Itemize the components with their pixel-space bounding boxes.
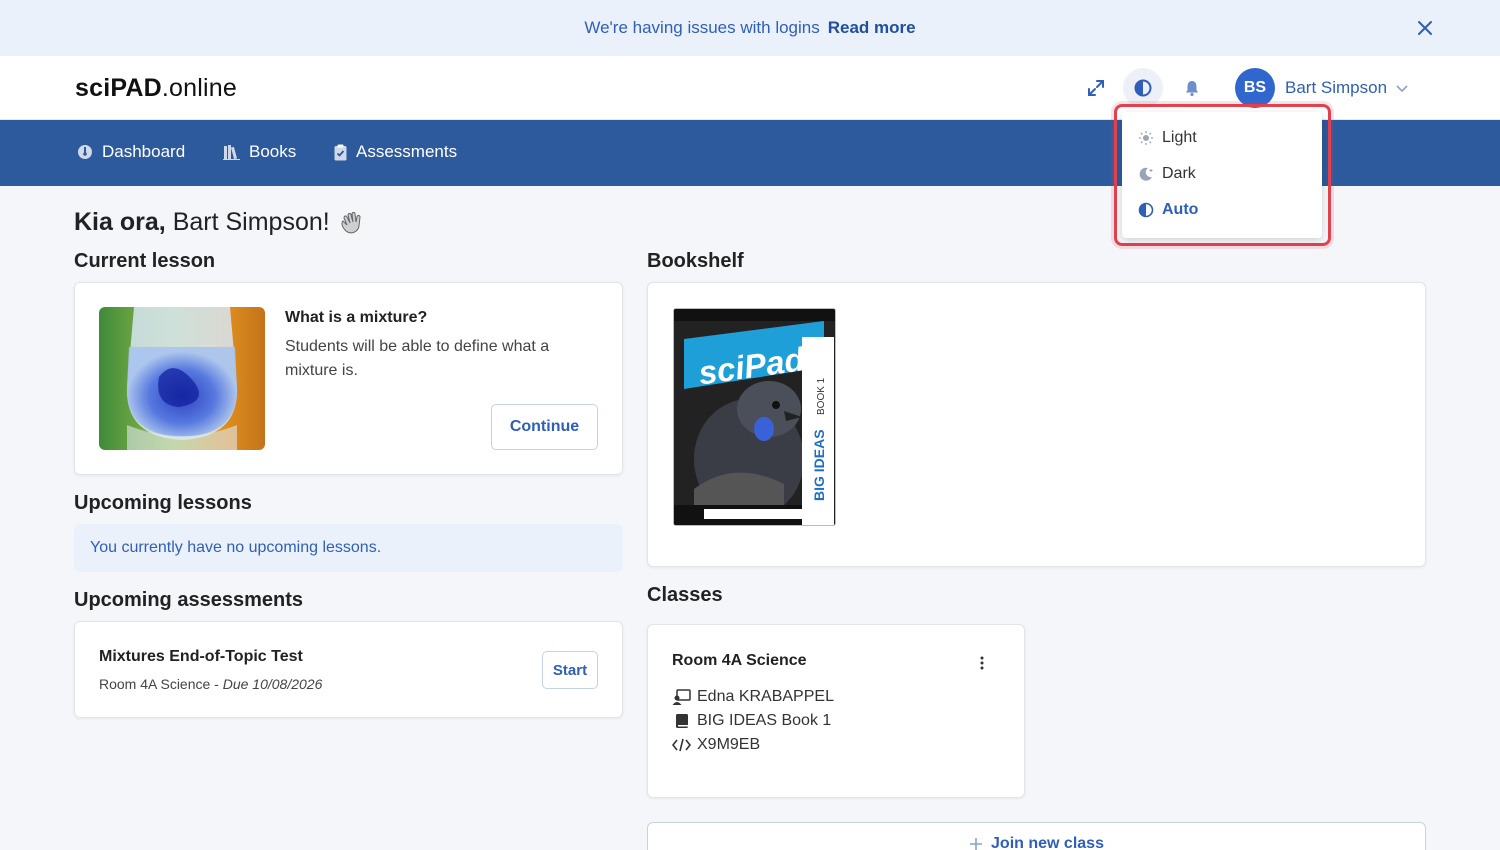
- theme-dropdown: Light Dark Auto: [1122, 112, 1322, 238]
- start-button[interactable]: Start: [542, 651, 598, 689]
- book-series: BIG IDEAS: [811, 429, 827, 501]
- code-icon: [672, 738, 691, 752]
- bookshelf-heading: Bookshelf: [647, 250, 744, 272]
- join-new-class-button[interactable]: Join new class: [647, 822, 1426, 850]
- expand-icon: [1088, 80, 1104, 96]
- avatar[interactable]: BS: [1235, 68, 1275, 108]
- chevron-down-icon: [1396, 85, 1408, 93]
- lesson-title: What is a mixture?: [285, 309, 428, 326]
- upcoming-assessments-heading: Upcoming assessments: [74, 589, 303, 611]
- dashboard-icon: [78, 145, 92, 159]
- announcement-banner: We're having issues with logins Read mor…: [0, 0, 1500, 56]
- class-code: X9M9EB: [672, 736, 760, 754]
- classes-heading: Classes: [647, 584, 723, 606]
- plus-icon: [970, 838, 983, 850]
- theme-toggle-button[interactable]: [1123, 68, 1163, 108]
- site-logo[interactable]: sciPAD.online: [75, 74, 237, 103]
- lesson-thumbnail[interactable]: [99, 307, 265, 450]
- upcoming-lessons-heading: Upcoming lessons: [74, 492, 252, 514]
- theme-option-auto[interactable]: Auto: [1138, 201, 1198, 219]
- theme-option-dark[interactable]: Dark: [1138, 165, 1196, 183]
- more-vertical-icon: [980, 656, 984, 670]
- nav-item-dashboard[interactable]: Dashboard: [77, 142, 185, 162]
- banner-message: We're having issues with logins: [584, 18, 820, 37]
- assessment-card: Mixtures End-of-Topic Test Room 4A Scien…: [74, 621, 623, 718]
- class-name: Room 4A Science: [672, 652, 807, 669]
- continue-button[interactable]: Continue: [491, 404, 598, 450]
- book-cover[interactable]: sciPad BIG IDEAS BOOK 1: [673, 308, 836, 526]
- theme-option-light[interactable]: Light: [1138, 129, 1197, 147]
- contrast-icon: [1138, 202, 1154, 218]
- moon-icon: [1139, 167, 1153, 181]
- waving-hand-icon: [341, 211, 361, 233]
- class-options-button[interactable]: [972, 653, 992, 673]
- close-icon[interactable]: [1414, 17, 1436, 39]
- fullscreen-button[interactable]: [1076, 68, 1116, 108]
- teacher-icon: [672, 689, 691, 705]
- current-lesson-heading: Current lesson: [74, 250, 216, 272]
- books-icon: [223, 145, 240, 160]
- user-menu[interactable]: Bart Simpson: [1285, 78, 1409, 98]
- class-teacher: Edna KRABAPPEL: [672, 688, 834, 706]
- nav-item-assessments[interactable]: Assessments: [334, 142, 457, 162]
- notifications-button[interactable]: [1172, 68, 1212, 108]
- class-book: BIG IDEAS Book 1: [672, 712, 831, 730]
- read-more-link[interactable]: Read more: [828, 18, 916, 38]
- clipboard-check-icon: [334, 144, 347, 160]
- bookshelf-card: sciPad BIG IDEAS BOOK 1: [647, 282, 1426, 567]
- class-card: Room 4A Science Edna KRABAPPEL BIG IDEAS…: [647, 624, 1025, 798]
- greeting: Kia ora, Bart Simpson!: [74, 208, 366, 237]
- assessment-meta: Room 4A Science - Due 10/08/2026: [99, 676, 323, 692]
- no-upcoming-lessons-message: You currently have no upcoming lessons.: [74, 524, 623, 572]
- bell-icon: [1186, 81, 1198, 97]
- sun-icon: [1139, 131, 1153, 145]
- book-volume: BOOK 1: [816, 377, 827, 415]
- assessment-title: Mixtures End-of-Topic Test: [99, 648, 303, 665]
- user-name: Bart Simpson: [1285, 78, 1388, 97]
- contrast-icon: [1134, 79, 1152, 97]
- current-lesson-card: What is a mixture? Students will be able…: [74, 282, 623, 475]
- nav-item-books[interactable]: Books: [223, 142, 296, 162]
- book-icon: [676, 714, 688, 728]
- lesson-description: Students will be able to define what a m…: [285, 338, 550, 379]
